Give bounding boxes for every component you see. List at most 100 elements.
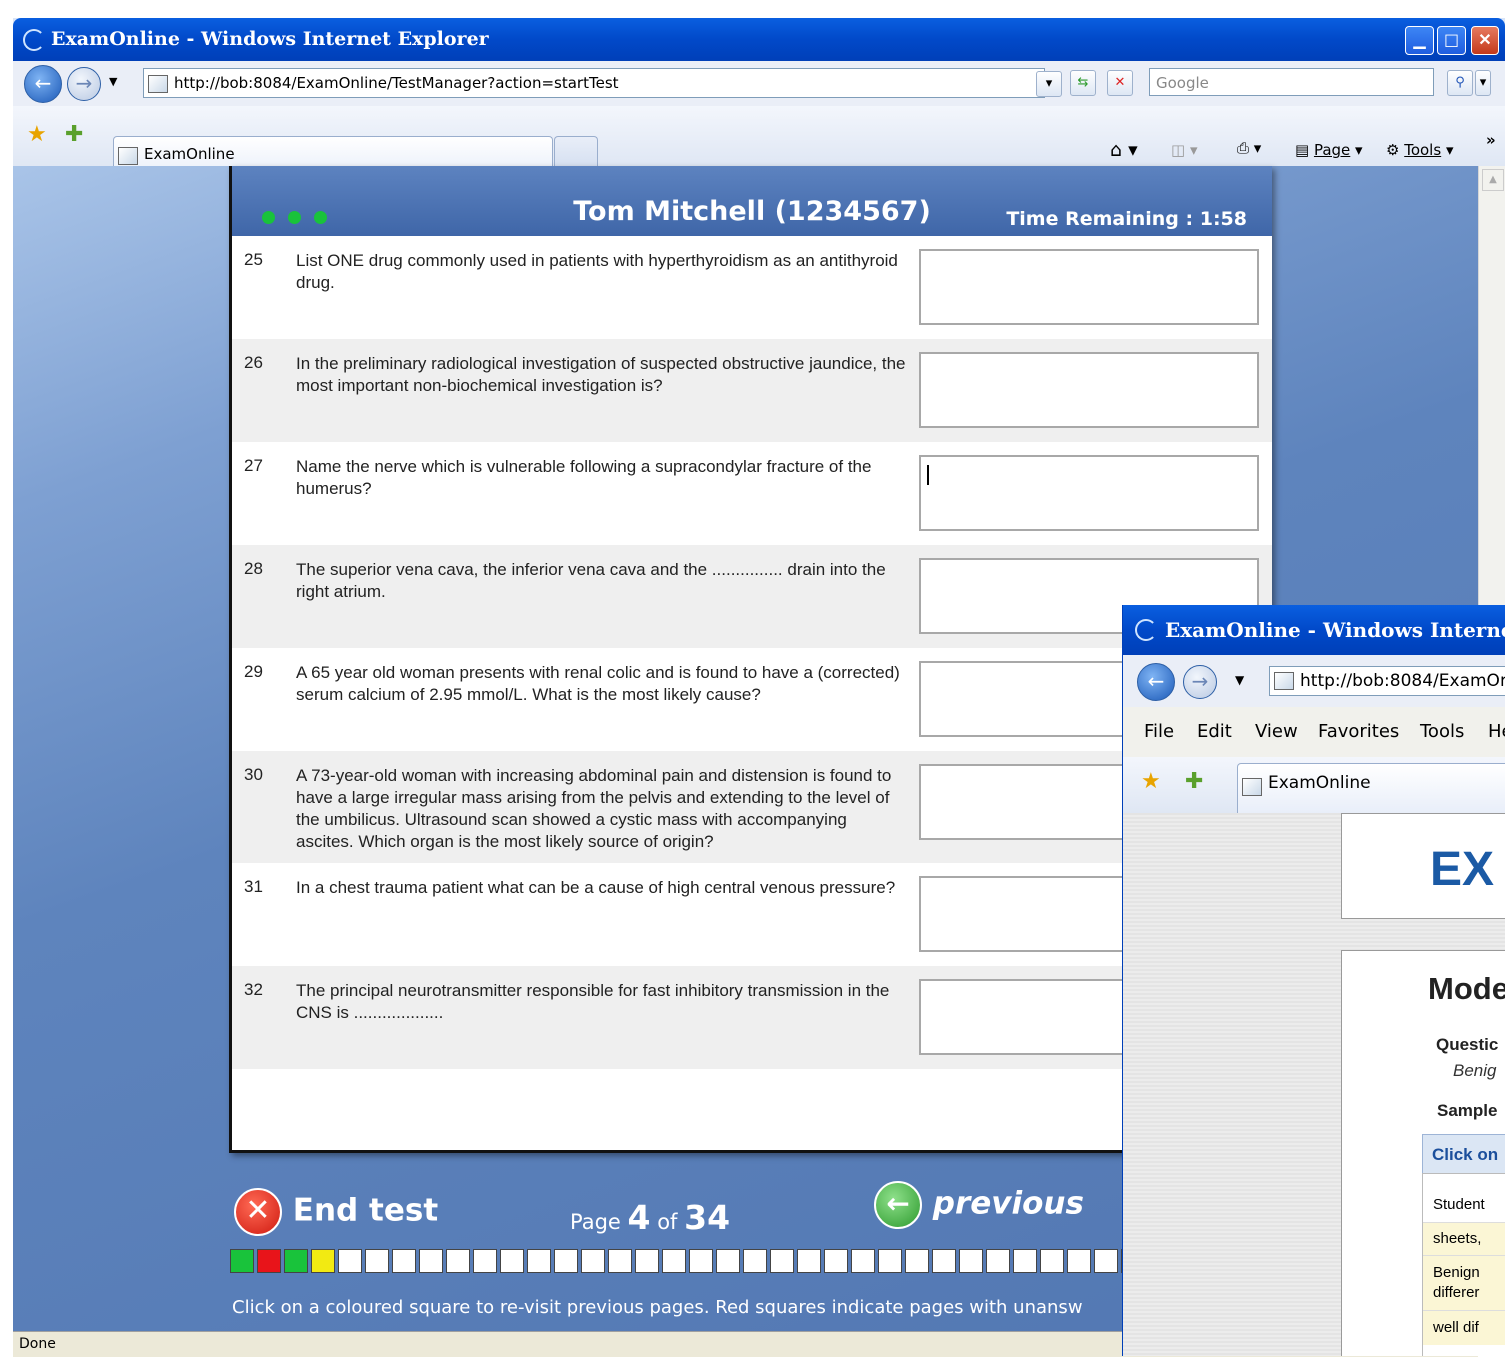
- time-remaining: Time Remaining : 1:58: [1006, 208, 1247, 230]
- tab-favicon-icon: [118, 147, 138, 165]
- window-title-2: ExamOnline - Windows Internet E: [1165, 618, 1505, 642]
- stop-icon[interactable]: ✕: [1107, 70, 1133, 96]
- back-icon[interactable]: ←: [24, 65, 62, 103]
- table-row[interactable]: well dif: [1423, 1311, 1505, 1345]
- table-cell: differer: [1433, 1284, 1480, 1301]
- page-square: [581, 1249, 605, 1273]
- menu-edit[interactable]: Edit: [1197, 721, 1232, 742]
- page-square[interactable]: [284, 1249, 308, 1273]
- feeds-icon[interactable]: ◫ ▾: [1171, 141, 1197, 159]
- page-square: [527, 1249, 551, 1273]
- search-options-icon[interactable]: ▾: [1475, 70, 1491, 96]
- page-square[interactable]: [257, 1249, 281, 1273]
- page-square: [851, 1249, 875, 1273]
- menu-favorites[interactable]: Favorites: [1318, 721, 1399, 742]
- tab-bar-2: ★ ✚ ExamOnline: [1123, 757, 1505, 814]
- question-row: 32 The principal neurotransmitter respon…: [232, 966, 1272, 1069]
- question-text: The principal neurotransmitter responsib…: [296, 981, 890, 1022]
- url-dropdown-icon[interactable]: ▾: [1036, 71, 1062, 97]
- minimize-button[interactable]: ▁: [1405, 26, 1434, 55]
- add-favorite-icon[interactable]: ✚: [1185, 769, 1203, 794]
- exam-header: Tom Mitchell (1234567) Time Remaining : …: [232, 166, 1272, 236]
- page-current: 4: [627, 1198, 651, 1237]
- exam-panel: Tom Mitchell (1234567) Time Remaining : …: [229, 166, 1272, 1153]
- answer-input-focused[interactable]: [919, 455, 1259, 531]
- page-square: [878, 1249, 902, 1273]
- forward-icon[interactable]: →: [1183, 665, 1217, 699]
- ie-logo-icon: [1135, 619, 1157, 641]
- page-favicon-icon: [1274, 672, 1294, 690]
- tab-label: ExamOnline: [144, 144, 235, 163]
- menu-view[interactable]: View: [1255, 721, 1298, 742]
- search-icon[interactable]: ⚲: [1447, 70, 1473, 96]
- end-test-label: End test: [292, 1192, 439, 1229]
- tools-menu-label: Tools: [1404, 141, 1442, 159]
- history-dropdown-icon[interactable]: ▼: [1235, 673, 1244, 687]
- more-commands-icon[interactable]: »: [1486, 131, 1496, 149]
- url-field[interactable]: http://bob:8084/ExamOnline/TestManager?a…: [143, 68, 1045, 98]
- favorites-star-icon[interactable]: ★: [27, 122, 47, 147]
- page-square: [959, 1249, 983, 1273]
- question-text: List ONE drug commonly used in patients …: [296, 251, 898, 292]
- question-row: 30 A 73-year-old woman with increasing a…: [232, 751, 1272, 863]
- question-text: In the preliminary radiological investig…: [296, 354, 906, 395]
- answer-input[interactable]: [919, 249, 1259, 325]
- answer-input[interactable]: [919, 352, 1259, 428]
- back-icon[interactable]: ←: [1137, 663, 1175, 701]
- page-square: [986, 1249, 1010, 1273]
- page-square: [824, 1249, 848, 1273]
- page-square: [635, 1249, 659, 1273]
- table-row[interactable]: Benign differer: [1423, 1256, 1505, 1311]
- menu-file[interactable]: File: [1144, 721, 1174, 742]
- favorites-star-icon[interactable]: ★: [1141, 769, 1161, 794]
- address-bar-row: ← → ▼ http://bob:8084/ExamOnline/TestMan…: [13, 61, 1505, 106]
- maximize-button[interactable]: □: [1437, 26, 1466, 55]
- page-square: [365, 1249, 389, 1273]
- click-banner[interactable]: Click on: [1422, 1134, 1505, 1174]
- close-button[interactable]: ✕: [1471, 26, 1499, 55]
- page-menu[interactable]: ▤ Page ▾: [1295, 141, 1363, 159]
- title-bar: ExamOnline - Windows Internet Explorer ▁…: [13, 18, 1505, 61]
- page-square: [797, 1249, 821, 1273]
- content-card: Mode Questic Benig Sample Click on Stude…: [1341, 950, 1505, 1356]
- question-text: In a chest trauma patient what can be a …: [296, 878, 896, 897]
- menu-tools[interactable]: Tools: [1420, 721, 1464, 742]
- question-label: Questic: [1436, 1035, 1499, 1054]
- tools-menu[interactable]: ⚙ Tools ▾: [1386, 141, 1453, 159]
- page-square: [1040, 1249, 1064, 1273]
- refresh-icon[interactable]: ⇆: [1070, 70, 1096, 96]
- page-square: [419, 1249, 443, 1273]
- question-number: 27: [244, 456, 263, 475]
- forward-icon[interactable]: →: [67, 67, 101, 101]
- page-square: [1094, 1249, 1118, 1273]
- question-row: 31 In a chest trauma patient what can be…: [232, 863, 1272, 966]
- window-title: ExamOnline - Windows Internet Explorer: [51, 28, 489, 50]
- question-text: The superior vena cava, the inferior ven…: [296, 560, 886, 601]
- home-icon[interactable]: ⌂ ▾: [1110, 139, 1138, 161]
- navigation-hint: Click on a coloured square to re-visit p…: [232, 1297, 1083, 1318]
- previous-button[interactable]: ← previous: [874, 1181, 1084, 1229]
- page-square: [770, 1249, 794, 1273]
- search-input[interactable]: Google: [1149, 68, 1434, 96]
- question-row: 26 In the preliminary radiological inves…: [232, 339, 1272, 442]
- page-square[interactable]: [311, 1249, 335, 1273]
- page-square[interactable]: [230, 1249, 254, 1273]
- arrow-left-circle-icon: ←: [874, 1181, 922, 1229]
- end-test-button[interactable]: ✕ End test: [234, 1188, 438, 1236]
- menu-help[interactable]: He: [1488, 721, 1505, 742]
- scroll-up-icon[interactable]: ▲: [1482, 169, 1504, 191]
- print-icon[interactable]: ⎙ ▾: [1237, 139, 1261, 157]
- page-square: [743, 1249, 767, 1273]
- question-number: 32: [244, 980, 263, 999]
- question-row: 28 The superior vena cava, the inferior …: [232, 545, 1272, 648]
- url-field-2[interactable]: http://bob:8084/ExamOr: [1269, 666, 1505, 696]
- question-text: A 65 year old woman presents with renal …: [296, 663, 900, 704]
- tab-examonline-2[interactable]: ExamOnline: [1237, 763, 1505, 814]
- table-row[interactable]: sheets,: [1423, 1223, 1505, 1256]
- history-dropdown-icon[interactable]: ▼: [109, 75, 117, 88]
- table-cell: well dif: [1433, 1319, 1479, 1336]
- question-text: Name the nerve which is vulnerable follo…: [296, 457, 872, 498]
- add-favorite-icon[interactable]: ✚: [65, 122, 83, 147]
- sample-table: Student sheets, Benign differer well dif: [1422, 1173, 1505, 1356]
- browser-window-secondary[interactable]: ExamOnline - Windows Internet E ← → ▼ ht…: [1122, 605, 1505, 1356]
